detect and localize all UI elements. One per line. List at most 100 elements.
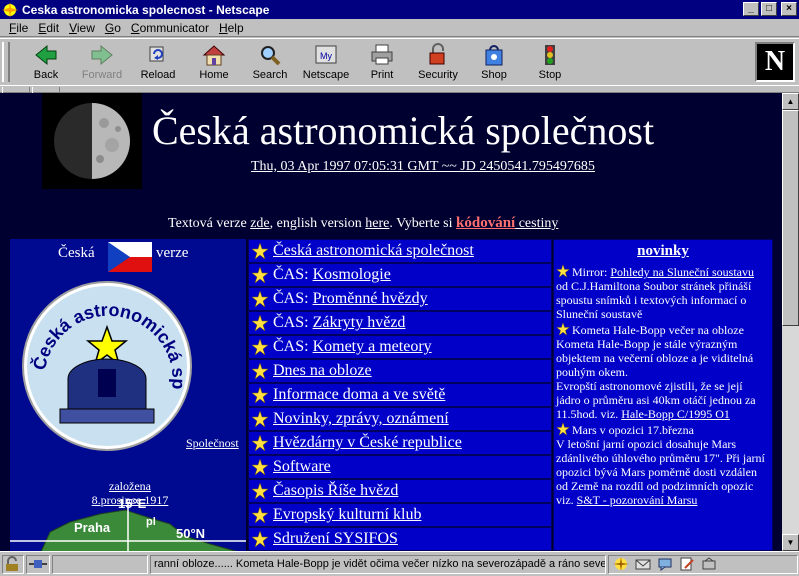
svg-text:My: My (320, 51, 332, 61)
star-icon (251, 266, 269, 284)
netscape-app-icon[interactable] (2, 1, 18, 18)
component-bar (608, 554, 798, 574)
home-button[interactable]: Home (190, 41, 238, 83)
progress-indicator (52, 554, 148, 574)
menu-go[interactable]: Go (100, 21, 126, 35)
composer-icon[interactable] (679, 557, 695, 571)
news-heading-link[interactable]: novinky (554, 244, 772, 259)
menu-row-komety-meteory[interactable]: ČAS: Komety a meteory (248, 335, 552, 359)
news-mars-viz: viz. (556, 493, 577, 507)
connection-icon (26, 554, 50, 574)
star-icon (251, 410, 269, 428)
netscape-label: Netscape (302, 69, 350, 81)
czech-encoding-link[interactable]: cestiny (515, 216, 559, 231)
menu-row-software[interactable]: Software (248, 455, 552, 479)
minimize-button[interactable]: _ (743, 2, 759, 16)
menu-row-dnes-na-obloze[interactable]: Dnes na obloze (248, 359, 552, 383)
netscape-button[interactable]: My Netscape (302, 41, 350, 83)
discussion-icon[interactable] (657, 557, 673, 571)
toolbar-grip[interactable] (2, 42, 10, 82)
menu-row-cas[interactable]: Česká astronomická společnost (248, 239, 552, 263)
map-prague-label: Praha (74, 520, 111, 535)
menu-edit[interactable]: Edit (33, 21, 64, 35)
society-logo[interactable]: Česká astronomická společnost (20, 279, 195, 454)
forward-button[interactable]: Forward (78, 41, 126, 83)
scrollbar-thumb[interactable] (782, 110, 799, 326)
navigator-icon[interactable] (613, 557, 629, 571)
moon-image (42, 93, 142, 189)
shop-label: Shop (481, 69, 507, 81)
netscape-logo[interactable]: N (755, 42, 795, 82)
menu-row-novinky[interactable]: Novinky, zprávy, oznámení (248, 407, 552, 431)
menu-link-promenne-hvezdy[interactable]: Proměnné hvězdy (313, 290, 428, 307)
current-date-time: Thu, 03 Apr 1997 07:05:31 GMT ~~ JD 2450… (251, 159, 595, 174)
back-arrow-icon (35, 44, 57, 66)
scroll-down-arrow-icon[interactable]: ▼ (782, 534, 799, 551)
english-version-link[interactable]: here (365, 216, 389, 231)
menu-link-komety-meteory[interactable]: Komety a meteory (313, 338, 432, 355)
left-column: Česká verze Česká astronomická společnos… (10, 239, 246, 551)
menu-link-zakryty-hvezd[interactable]: Zákryty hvězd (313, 314, 406, 331)
menu-link-kulturni-klub[interactable]: Evropský kulturní klub (273, 506, 421, 523)
menu-row-informace[interactable]: Informace doma a ve světě (248, 383, 552, 407)
society-link[interactable]: Společnost (186, 436, 239, 451)
search-button[interactable]: Search (246, 41, 294, 83)
news-mars-heading: Mars v opozici 17.března (572, 423, 694, 437)
menu-link-novinky[interactable]: Novinky, zprávy, oznámení (273, 410, 449, 427)
menu-link-software[interactable]: Software (273, 458, 331, 475)
scroll-up-arrow-icon[interactable]: ▲ (782, 93, 799, 110)
menu-row-kosmologie[interactable]: ČAS: Kosmologie (248, 263, 552, 287)
text-version-link[interactable]: zde (250, 216, 269, 231)
menu-link-sysifos[interactable]: Sdružení SYSIFOS (273, 530, 398, 547)
security-button[interactable]: Security (414, 41, 462, 83)
dock-icon[interactable] (701, 557, 717, 571)
news-hale-bopp-link[interactable]: Hale-Bopp C/1995 O1 (621, 407, 730, 421)
menu-row-hvezdarny[interactable]: Hvězdárny v České republice (248, 431, 552, 455)
moon-phase-icon (54, 103, 130, 179)
star-icon (251, 482, 269, 500)
maximize-button[interactable]: □ (761, 2, 777, 16)
reload-button[interactable]: Reload (134, 41, 182, 83)
menu-row-sysifos[interactable]: Sdružení SYSIFOS (248, 527, 552, 551)
menu-row-casopis[interactable]: Časopis Říše hvězd (248, 479, 552, 503)
menu-row-promenne-hvezdy[interactable]: ČAS: Proměnné hvězdy (248, 287, 552, 311)
czech-flag-icon[interactable] (108, 242, 152, 272)
menu-link-informace[interactable]: Informace doma a ve světě (273, 386, 445, 403)
mail-icon[interactable] (635, 557, 651, 571)
star-icon (251, 314, 269, 332)
menu-link-casopis[interactable]: Časopis Říše hvězd (273, 482, 398, 499)
menu-row-kulturni-klub[interactable]: Evropský kulturní klub (248, 503, 552, 527)
vertical-scrollbar[interactable]: ▲ ▼ (782, 93, 799, 551)
security-lock-icon[interactable] (2, 554, 24, 574)
menu-link-cas[interactable]: Česká astronomická společnost (273, 242, 474, 259)
print-button[interactable]: Print (358, 41, 406, 83)
reload-icon (149, 46, 164, 62)
shop-button[interactable]: Shop (470, 41, 518, 83)
title-bar: Ceska astronomicka spolecnost - Netscape… (0, 0, 799, 19)
map-pl-label: pl (146, 516, 156, 528)
stop-button[interactable]: Stop (526, 41, 574, 83)
menu-link-hvezdarny[interactable]: Hvězdárny v České republice (273, 434, 462, 451)
news-mars-link[interactable]: S&T - pozorování Marsu (577, 493, 698, 507)
menu-file[interactable]: File (4, 21, 33, 35)
star-icon (251, 386, 269, 404)
shopping-bag-icon (485, 45, 503, 66)
menu-link-kosmologie[interactable]: Kosmologie (313, 266, 391, 283)
encoding-link[interactable]: kódování (456, 215, 515, 231)
padlock-icon (429, 43, 445, 65)
menu-view[interactable]: View (64, 21, 100, 35)
page-viewport: Česká astronomická společnost Thu, 03 Ap… (0, 93, 782, 551)
close-button[interactable]: × (781, 2, 797, 16)
menu-bar: File Edit View Go Communicator Help (0, 19, 799, 37)
home-label: Home (199, 69, 229, 81)
news-mars-text: V letošní jarní opozici dosahuje Mars zd… (556, 437, 765, 493)
czech-map-image[interactable]: 15°E Praha pl 50°N (10, 494, 246, 551)
star-icon (251, 362, 269, 380)
menu-row-zakryty-hvezd[interactable]: ČAS: Zákryty hvězd (248, 311, 552, 335)
menu-help[interactable]: Help (214, 21, 249, 35)
menu-communicator[interactable]: Communicator (126, 21, 214, 35)
back-button[interactable]: Back (22, 41, 70, 83)
news-solar-system-link[interactable]: Pohledy na Sluneční soustavu (610, 265, 754, 279)
print-label: Print (370, 69, 394, 81)
menu-link-dnes-na-obloze[interactable]: Dnes na obloze (273, 362, 372, 379)
